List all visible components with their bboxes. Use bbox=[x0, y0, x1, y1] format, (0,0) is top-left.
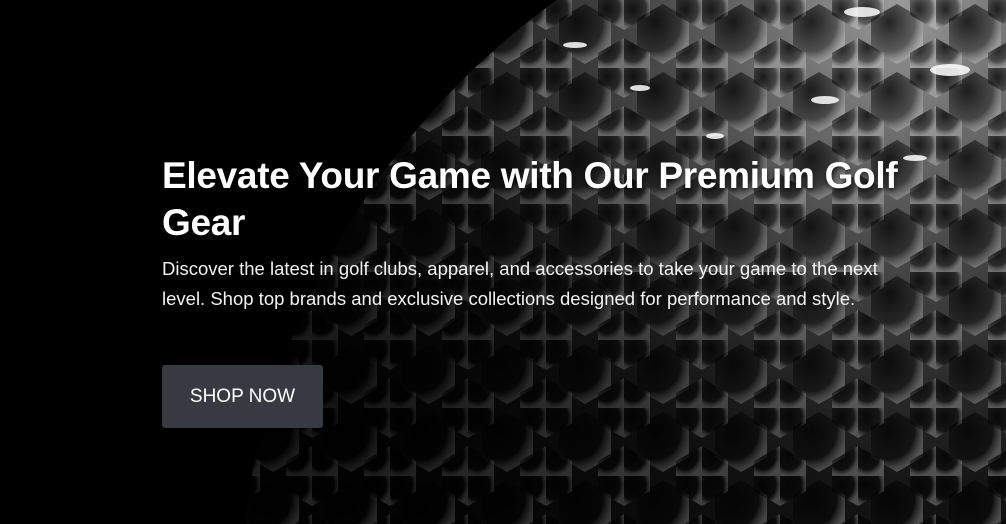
shop-now-button[interactable]: SHOP NOW bbox=[162, 365, 323, 428]
hero-section: Elevate Your Game with Our Premium Golf … bbox=[162, 152, 902, 428]
hero-description: Discover the latest in golf clubs, appar… bbox=[162, 258, 878, 309]
hero-title: Elevate Your Game with Our Premium Golf … bbox=[162, 155, 898, 243]
